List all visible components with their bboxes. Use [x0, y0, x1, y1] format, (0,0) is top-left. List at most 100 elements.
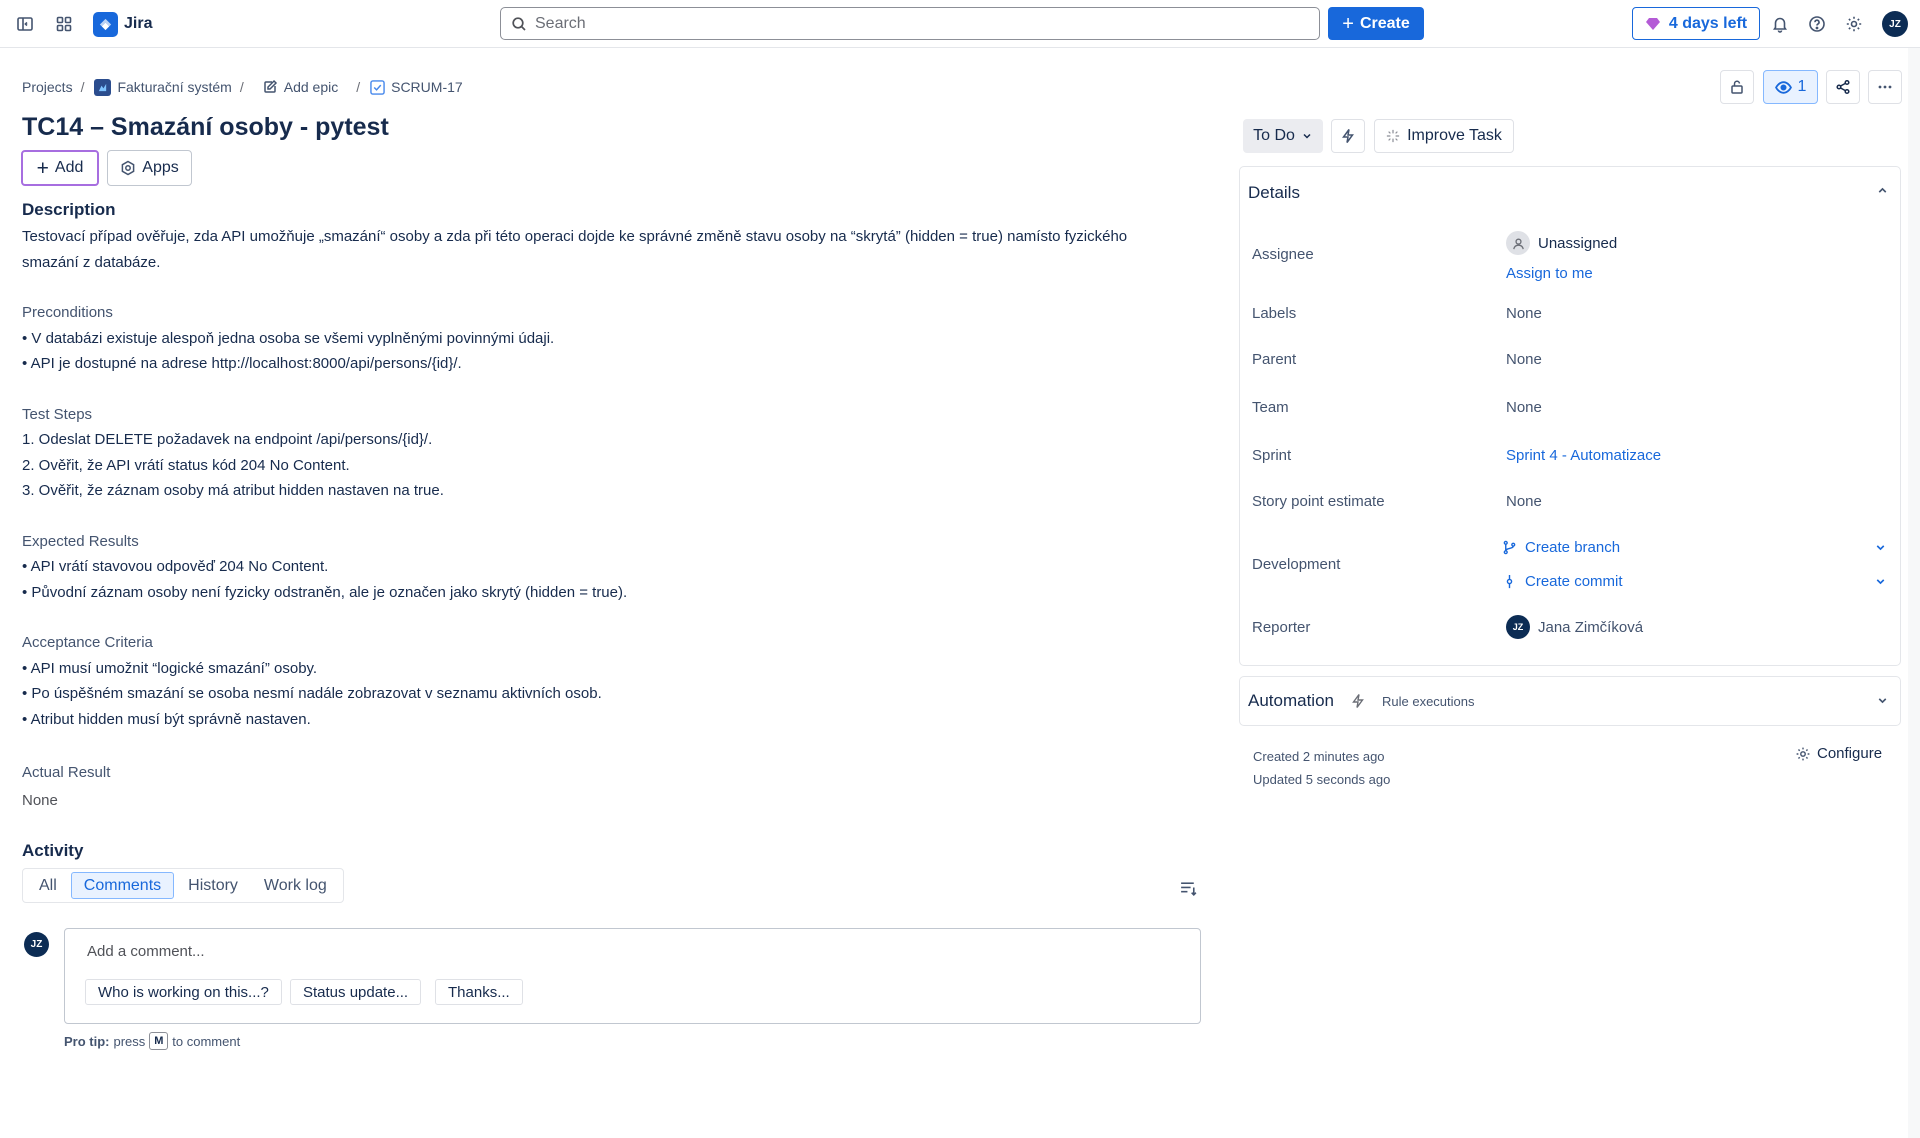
- parent-value[interactable]: None: [1506, 351, 1542, 368]
- vertical-scrollbar[interactable]: [1908, 48, 1920, 1138]
- chevron-up-icon[interactable]: [1876, 184, 1889, 202]
- automation-heading: Automation: [1248, 691, 1334, 710]
- chevron-down-icon[interactable]: [1876, 694, 1889, 712]
- sprint-label: Sprint: [1252, 447, 1292, 464]
- assign-to-me-link[interactable]: Assign to me: [1506, 265, 1593, 282]
- issue-title[interactable]: TC14 – Smazání osoby - pytest: [22, 113, 389, 142]
- automation-header: Automation Rule executions: [1248, 691, 1475, 711]
- create-branch-row[interactable]: Create branch: [1502, 539, 1887, 556]
- reporter-label: Reporter: [1252, 619, 1311, 636]
- breadcrumb: Projects / Fakturační systém / Add epic …: [22, 76, 463, 98]
- search-bar[interactable]: [500, 7, 1320, 40]
- pro-tip-press: press: [113, 1033, 146, 1049]
- trial-button[interactable]: 4 days left: [1632, 7, 1760, 40]
- watch-count: 1: [1797, 78, 1807, 95]
- pro-tip-label: Pro tip:: [64, 1033, 110, 1049]
- breadcrumb-projects[interactable]: Projects: [22, 79, 73, 95]
- search-input[interactable]: [535, 14, 1295, 33]
- team-value[interactable]: None: [1506, 399, 1542, 416]
- team-label: Team: [1252, 399, 1289, 416]
- tab-comments[interactable]: Comments: [70, 872, 175, 899]
- description-section[interactable]: Description Testovací případ ověřuje, zd…: [22, 200, 1202, 732]
- settings-gear-icon[interactable]: [1841, 11, 1867, 37]
- comment-placeholder[interactable]: Add a comment...: [87, 943, 205, 960]
- breadcrumb-add-epic[interactable]: Add epic: [262, 79, 338, 95]
- actual-result-value[interactable]: None: [22, 788, 58, 814]
- apps-button[interactable]: Apps: [107, 150, 192, 186]
- comment-editor[interactable]: Add a comment... Who is working on this.…: [64, 928, 1201, 1024]
- breadcrumb-issue-key[interactable]: SCRUM-17: [370, 79, 463, 95]
- created-timestamp: Created 2 minutes ago: [1253, 749, 1385, 764]
- app-switcher-icon[interactable]: [51, 11, 77, 37]
- story-point-label: Story point estimate: [1252, 493, 1385, 510]
- story-point-value[interactable]: None: [1506, 493, 1542, 510]
- project-avatar-icon: [94, 78, 112, 96]
- list-item: 1. Odeslat DELETE požadavek na endpoint …: [22, 431, 433, 448]
- issue-timestamps: Created 2 minutes ago Updated 5 seconds …: [1253, 745, 1390, 791]
- quick-reply-who-is-working[interactable]: Who is working on this...?: [85, 979, 282, 1005]
- sidebar-toggle-icon[interactable]: [12, 11, 38, 37]
- share-button[interactable]: [1826, 70, 1860, 104]
- breadcrumb-separator: /: [80, 79, 85, 95]
- search-icon: [512, 16, 526, 31]
- issue-key: SCRUM-17: [391, 79, 463, 95]
- improve-task-label: Improve Task: [1407, 127, 1502, 144]
- sort-order-icon[interactable]: [1176, 876, 1200, 900]
- sprint-value[interactable]: Sprint 4 - Automatizace: [1506, 447, 1661, 464]
- chevron-down-icon: [1876, 545, 1885, 551]
- add-epic-label: Add epic: [283, 79, 339, 95]
- pro-tip-rest: to comment: [172, 1033, 241, 1049]
- configure-label: Configure: [1817, 745, 1883, 762]
- list-item: • API musí umožnit “logické smazání” oso…: [22, 659, 318, 677]
- list-item: 3. Ověřit, že záznam osoby má atribut hi…: [22, 482, 444, 499]
- tab-history[interactable]: History: [176, 872, 250, 899]
- quick-reply-thanks[interactable]: Thanks...: [435, 979, 523, 1005]
- add-button[interactable]: + Add: [21, 150, 99, 186]
- activity-heading: Activity: [22, 841, 84, 860]
- create-commit-row[interactable]: Create commit: [1502, 573, 1887, 590]
- tab-all[interactable]: All: [27, 872, 69, 899]
- more-actions-button[interactable]: [1868, 70, 1902, 104]
- keyboard-shortcut-key: M: [149, 1032, 169, 1050]
- jira-logo[interactable]: Jira: [93, 11, 152, 37]
- automation-panel[interactable]: Automation Rule executions: [1239, 676, 1901, 726]
- details-heading[interactable]: Details: [1248, 183, 1300, 203]
- test-steps-heading: Test Steps: [22, 405, 93, 423]
- labels-value[interactable]: None: [1506, 305, 1542, 322]
- status-dropdown[interactable]: To Do: [1243, 119, 1323, 153]
- improve-task-button[interactable]: Improve Task: [1374, 119, 1514, 153]
- chevron-down-icon: [1876, 579, 1885, 585]
- apps-label: Apps: [142, 159, 179, 176]
- reporter-value[interactable]: JZ Jana Zimčíková: [1506, 615, 1643, 639]
- tab-work-log[interactable]: Work log: [252, 872, 339, 899]
- gem-icon: [1645, 17, 1660, 30]
- breadcrumb-project[interactable]: Fakturační systém: [94, 78, 232, 96]
- lock-button[interactable]: [1720, 70, 1754, 104]
- reporter-name: Jana Zimčíková: [1538, 618, 1644, 636]
- list-item: 2. Ověřit, že API vrátí status kód 204 N…: [22, 456, 350, 474]
- project-name: Fakturační systém: [117, 79, 232, 95]
- preconditions-heading: Preconditions: [22, 304, 113, 321]
- automation-actions-button[interactable]: [1331, 119, 1365, 153]
- create-label: Create: [1359, 14, 1410, 32]
- create-button[interactable]: + Create: [1328, 7, 1424, 40]
- list-item: • API je dostupné na adrese http://local…: [22, 355, 462, 372]
- user-avatar[interactable]: JZ: [1882, 11, 1908, 37]
- help-icon[interactable]: [1804, 11, 1830, 37]
- configure-button[interactable]: Configure: [1795, 745, 1882, 762]
- notifications-icon[interactable]: [1767, 11, 1793, 37]
- breadcrumb-separator: /: [239, 79, 244, 95]
- pro-tip: Pro tip: press M to comment: [64, 1032, 240, 1050]
- edit-icon: [263, 79, 277, 93]
- assignee-value[interactable]: Unassigned: [1506, 231, 1617, 255]
- actual-result-heading: Actual Result: [22, 764, 111, 781]
- unlock-icon: [1731, 80, 1743, 94]
- jira-logo-icon: [93, 11, 118, 37]
- lightning-icon: [1352, 694, 1364, 708]
- description-intro-line: Testovací případ ověřuje, zda API umožňu…: [22, 228, 1128, 245]
- watch-button[interactable]: 1: [1763, 70, 1818, 104]
- parent-label: Parent: [1252, 351, 1297, 368]
- add-label: Add: [54, 159, 84, 176]
- commenter-avatar: JZ: [24, 932, 49, 957]
- quick-reply-status-update[interactable]: Status update...: [290, 979, 422, 1005]
